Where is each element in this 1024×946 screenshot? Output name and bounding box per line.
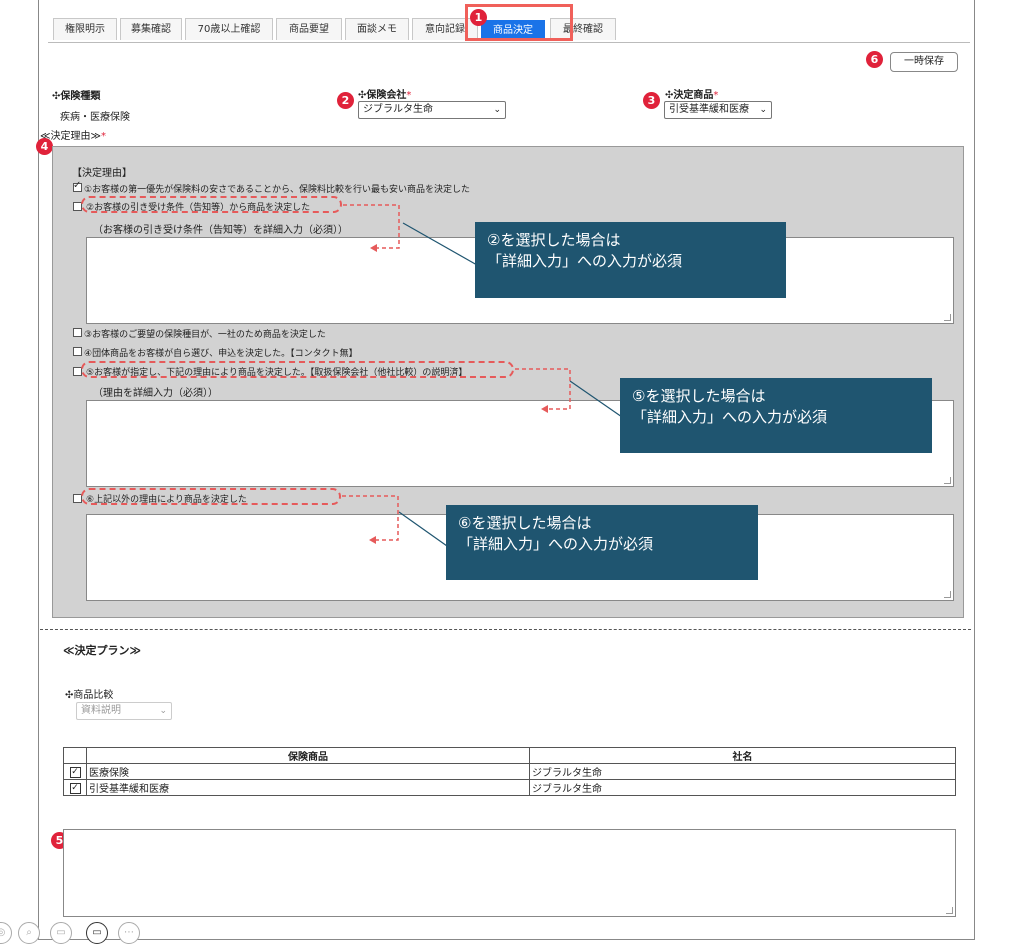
- callout-reason-5-line2: 「詳細入力」への入力が必須: [632, 408, 828, 426]
- table-header-company: 社名: [529, 747, 956, 764]
- callout-reason-2-line1: ②を選択した場合は: [487, 231, 621, 249]
- more-icon[interactable]: ⋯: [118, 922, 140, 944]
- decision-plan-label: ≪決定プラン≫: [63, 644, 142, 657]
- callout-reason-5: ⑤を選択した場合は 「詳細入力」への入力が必須: [620, 378, 932, 453]
- callout-reason-5-line1: ⑤を選択した場合は: [632, 387, 766, 405]
- table-row: ✓ 医療保険 ジブラルタ生命: [63, 763, 956, 780]
- product-compare-label: ✣商品比較: [65, 690, 114, 701]
- table-header-product: 保険商品: [86, 747, 530, 764]
- chevron-down-icon: ⌄: [159, 706, 167, 716]
- table-cell-company: ジブラルタ生命: [529, 779, 956, 796]
- callout-reason-6-line2: 「詳細入力」への入力が必須: [458, 535, 654, 553]
- table-header-row: 保険商品 社名: [63, 747, 956, 764]
- caption-icon[interactable]: ▭: [50, 922, 72, 944]
- callout-reason-6: ⑥を選択した場合は 「詳細入力」への入力が必須: [446, 505, 758, 580]
- callout-reason-2: ②を選択した場合は 「詳細入力」への入力が必須: [475, 222, 786, 298]
- table-header-check: [63, 747, 87, 764]
- product-compare-select[interactable]: 資料説明 ⌄: [76, 702, 172, 720]
- table-row-checkbox-cell[interactable]: ✓: [63, 763, 87, 780]
- table-cell-company: ジブラルタ生命: [529, 763, 956, 780]
- section-divider: [40, 629, 971, 630]
- video-camera-icon[interactable]: ▭: [86, 922, 108, 944]
- row-checkbox[interactable]: ✓: [69, 766, 81, 778]
- annotation-connectors: [342, 204, 623, 547]
- callout-reason-2-line2: 「詳細入力」への入力が必須: [487, 252, 683, 270]
- table-row-checkbox-cell[interactable]: ✓: [63, 779, 87, 796]
- callout-reason-6-line1: ⑥を選択した場合は: [458, 514, 592, 532]
- table-cell-product: 医療保険: [86, 763, 530, 780]
- zoom-icon[interactable]: ⌕: [18, 922, 40, 944]
- table-row: ✓ 引受基準緩和医療 ジブラルタ生命: [63, 779, 956, 796]
- row-checkbox[interactable]: ✓: [69, 782, 81, 794]
- product-table: 保険商品 社名 ✓ 医療保険 ジブラルタ生命 ✓ 引受基準緩和医療 ジブラルタ生…: [63, 747, 956, 796]
- plan-detail-textarea[interactable]: [63, 829, 956, 917]
- table-cell-product: 引受基準緩和医療: [86, 779, 530, 796]
